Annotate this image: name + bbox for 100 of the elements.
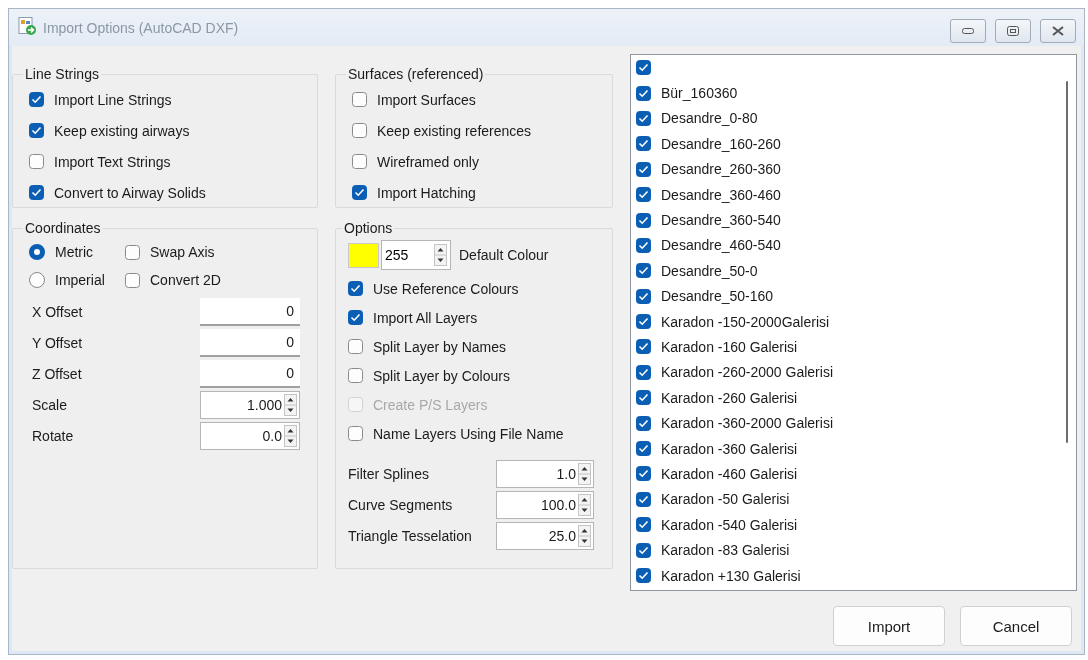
checkbox-label: Import Text Strings (54, 153, 171, 170)
checkbox-label: Split Layer by Colours (373, 367, 510, 384)
checkbox-label: Desandre_460-540 (661, 237, 781, 254)
spin-arrows-icon[interactable] (284, 393, 297, 416)
maximize-button[interactable] (995, 18, 1031, 43)
spin-arrows-icon[interactable] (434, 244, 447, 266)
checkbox-label: Karadon -150-2000Galerisi (661, 313, 830, 330)
checkbox[interactable] (636, 110, 651, 126)
close-icon (1051, 25, 1065, 36)
checkbox[interactable] (636, 415, 651, 431)
checkbox-label: Karadon +130 Galerisi (661, 567, 801, 584)
checkbox-label: Convert to Airway Solids (54, 184, 206, 201)
radio-button[interactable] (29, 272, 45, 288)
checkbox[interactable] (636, 212, 651, 228)
checkbox-label: Bür_160360 (661, 85, 738, 102)
checkbox[interactable] (29, 123, 44, 138)
checkbox-label: Desandre_360-540 (661, 212, 781, 229)
close-button[interactable] (1040, 18, 1076, 43)
radio-button[interactable] (29, 244, 45, 260)
checkbox[interactable] (29, 154, 44, 169)
group-title: Coordinates (24, 220, 102, 236)
checkbox-label: Desandre_260-360 (661, 161, 781, 178)
checkbox[interactable] (125, 244, 140, 260)
text-field[interactable]: 0 (200, 359, 300, 388)
group-title: Options (343, 220, 394, 236)
checkbox[interactable] (29, 185, 44, 200)
checkbox[interactable] (636, 60, 651, 76)
window-title: Import Options (AutoCAD DXF) (43, 19, 240, 36)
checkbox[interactable] (636, 314, 651, 330)
checkbox[interactable] (636, 85, 651, 101)
checkbox-label: Karadon -360 Galerisi (661, 440, 798, 457)
checkbox[interactable] (636, 263, 651, 279)
number-field[interactable]: 100.0 (496, 490, 594, 519)
checkbox-label: Karadon -160 Galerisi (661, 339, 798, 355)
checkbox[interactable] (352, 123, 367, 138)
checkbox-label: Import Line Strings (54, 91, 172, 108)
checkbox[interactable] (352, 185, 367, 200)
checkbox[interactable] (636, 568, 651, 583)
dialog-button[interactable]: Import (833, 606, 945, 646)
checkbox[interactable] (636, 187, 651, 203)
spin-arrows-icon[interactable] (284, 424, 297, 447)
checkbox[interactable] (636, 161, 651, 177)
number-field[interactable]: 255 (381, 240, 451, 270)
checkbox-label: Karadon -260 Galerisi (661, 389, 798, 406)
checkbox[interactable] (636, 237, 651, 253)
field-label: X Offset (32, 303, 84, 320)
checkbox[interactable] (636, 466, 651, 482)
minimize-button[interactable] (950, 18, 986, 43)
spin-arrows-icon[interactable] (578, 524, 591, 547)
checkbox-label: Import All Layers (373, 309, 478, 326)
checkbox-label: Import Hatching (377, 184, 476, 201)
checkbox[interactable] (348, 310, 363, 325)
group-title: Line Strings (24, 66, 100, 82)
scrollbar-thumb[interactable] (1066, 81, 1068, 443)
checkbox-label: Desandre_50-160 (661, 288, 774, 305)
checkbox-label: Keep existing airways (54, 122, 190, 139)
checkbox[interactable] (348, 426, 363, 441)
checkbox-label: Desandre_160-260 (661, 135, 781, 152)
checkbox-label: Desandre_0-80 (661, 110, 758, 127)
checkbox[interactable] (348, 368, 363, 383)
checkbox[interactable] (636, 542, 651, 558)
number-field[interactable]: 0.0 (200, 421, 300, 450)
number-field[interactable]: 1.0 (496, 459, 594, 488)
field-label: Scale (32, 396, 69, 413)
checkbox[interactable] (636, 390, 651, 406)
checkbox-label: Karadon -50 Galerisi (661, 491, 790, 508)
spin-arrows-icon[interactable] (578, 493, 591, 516)
checkbox[interactable] (29, 92, 44, 107)
checkbox-label: Wireframed only (377, 153, 479, 170)
checkbox[interactable] (636, 339, 651, 355)
checkbox[interactable] (125, 272, 140, 288)
checkbox[interactable] (636, 364, 651, 380)
checkbox[interactable] (636, 288, 651, 304)
field-label: Rotate (32, 427, 75, 444)
radio-label: Imperial (55, 272, 105, 288)
text-field[interactable]: 0 (200, 328, 300, 357)
text-field[interactable]: 0 (200, 297, 300, 326)
checkbox[interactable] (348, 339, 363, 354)
checkbox-label: Create P/S Layers (373, 396, 488, 413)
minimize-icon (962, 26, 974, 35)
spin-arrows-icon[interactable] (578, 462, 591, 485)
checkbox-label: Desandre_360-460 (661, 186, 781, 203)
checkbox[interactable] (352, 154, 367, 169)
checkbox[interactable] (636, 441, 651, 457)
dialog-button[interactable]: Cancel (960, 606, 1072, 646)
number-field[interactable]: 1.000 (200, 390, 300, 419)
checkbox[interactable] (348, 281, 363, 296)
field-label: Curve Segments (348, 496, 454, 513)
checkbox[interactable] (352, 92, 367, 107)
checkbox-label: Desandre_50-0 (661, 262, 758, 279)
field-label: Default Colour (459, 247, 549, 263)
checkbox[interactable] (636, 136, 651, 152)
checkbox[interactable] (636, 517, 651, 533)
field-label: Triangle Tesselation (348, 527, 473, 544)
checkbox[interactable] (636, 491, 651, 507)
checkbox-label: Karadon -83 Galerisi (661, 542, 790, 559)
number-field[interactable]: 25.0 (496, 521, 594, 550)
colour-swatch[interactable] (348, 242, 379, 268)
checkbox-label: Keep existing references (377, 122, 532, 139)
checkbox-label: Name Layers Using File Name (373, 425, 564, 442)
